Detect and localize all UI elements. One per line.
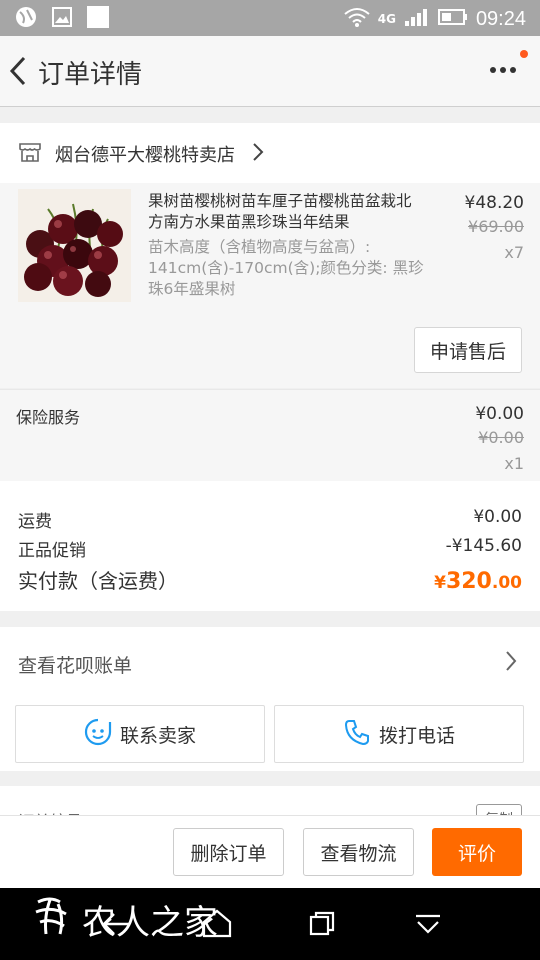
shop-name: 烟台德平大樱桃特卖店	[55, 145, 235, 166]
promo-row: 正品促销 -¥145.60	[18, 536, 522, 561]
shipping-value: ¥0.00	[473, 507, 522, 527]
shipping-label: 运费	[18, 512, 52, 532]
call-phone-button[interactable]: 拨打电话	[274, 705, 524, 763]
promo-value: -¥145.60	[445, 536, 522, 556]
huabei-label: 查看花呗账单	[18, 655, 133, 677]
store-icon	[18, 140, 42, 164]
shipping-row: 运费 ¥0.00	[18, 507, 522, 532]
apply-after-sale-button[interactable]: 申请售后	[414, 327, 522, 373]
total-value: ¥320.00	[434, 569, 522, 594]
wifi-icon	[344, 6, 370, 32]
promo-label: 正品促销	[18, 541, 86, 561]
chevron-right-icon	[250, 140, 266, 164]
fee-summary: 运费 ¥0.00 正品促销 -¥145.60 实付款（含运费） ¥320.00	[0, 481, 540, 611]
product-item[interactable]: 果树苗樱桃树苗车厘子苗樱桃苗盆栽北方南方水果苗黑珍珠当年结果 苗木高度（含植物高…	[0, 183, 540, 388]
contact-section: 联系卖家 拨打电话	[0, 697, 540, 771]
chevron-right-icon	[504, 649, 518, 673]
phone-icon	[343, 718, 371, 751]
call-phone-label: 拨打电话	[378, 724, 455, 747]
navigation-bar: 订单详情	[0, 36, 540, 107]
product-spec: 苗木高度（含植物高度与盆高）: 141cm(含)-170cm(含);颜色分类: …	[148, 238, 424, 298]
product-original-price: ¥69.00	[468, 217, 524, 236]
network-type-label: 4G	[377, 12, 396, 26]
total-row: 实付款（含运费） ¥320.00	[18, 565, 522, 594]
shop-row[interactable]: 烟台德平大樱桃特卖店	[0, 123, 540, 184]
watermark: 农人之家	[30, 892, 218, 947]
insurance-original-price: ¥0.00	[478, 428, 524, 447]
dropdown-nav-icon[interactable]	[412, 912, 444, 940]
watermark-text: 农人之家	[82, 903, 218, 943]
back-icon[interactable]	[4, 54, 32, 88]
insurance-label: 保险服务	[16, 408, 81, 427]
battery-icon	[437, 8, 468, 30]
insurance-quantity: x1	[504, 454, 524, 473]
product-title: 果树苗樱桃树苗车厘子苗樱桃苗盆栽北方南方水果苗黑珍珠当年结果	[148, 192, 412, 231]
chat-icon	[84, 718, 112, 751]
delete-order-button[interactable]: 删除订单	[173, 828, 284, 876]
huabei-bill-row[interactable]: 查看花呗账单	[0, 627, 540, 697]
watermark-logo-icon	[30, 892, 76, 947]
insurance-price: ¥0.00	[475, 404, 524, 424]
more-icon[interactable]	[488, 60, 518, 80]
browser-icon	[14, 5, 38, 29]
product-image[interactable]	[18, 189, 131, 302]
total-currency: ¥	[434, 573, 446, 593]
status-bar: 4G 09:24	[0, 0, 540, 36]
signal-icon	[404, 7, 430, 31]
product-quantity: x7	[504, 243, 524, 262]
bottom-action-bar: 删除订单 查看物流 评价	[0, 815, 540, 889]
status-time: 09:24	[475, 7, 526, 30]
notification-dot	[520, 50, 528, 58]
total-label: 实付款（含运费）	[18, 569, 178, 593]
total-integer: 320	[445, 569, 492, 594]
total-decimal: .00	[491, 573, 522, 593]
contact-seller-label: 联系卖家	[119, 724, 196, 747]
page-title: 订单详情	[38, 60, 143, 90]
app-icon	[86, 5, 110, 29]
review-button[interactable]: 评价	[432, 828, 522, 876]
contact-seller-button[interactable]: 联系卖家	[15, 705, 265, 763]
image-icon	[50, 5, 74, 29]
view-logistics-button[interactable]: 查看物流	[303, 828, 414, 876]
product-price: ¥48.20	[464, 193, 524, 213]
insurance-service-row: 保险服务 ¥0.00 ¥0.00 x1	[0, 389, 540, 481]
recent-apps-icon[interactable]	[308, 910, 336, 942]
